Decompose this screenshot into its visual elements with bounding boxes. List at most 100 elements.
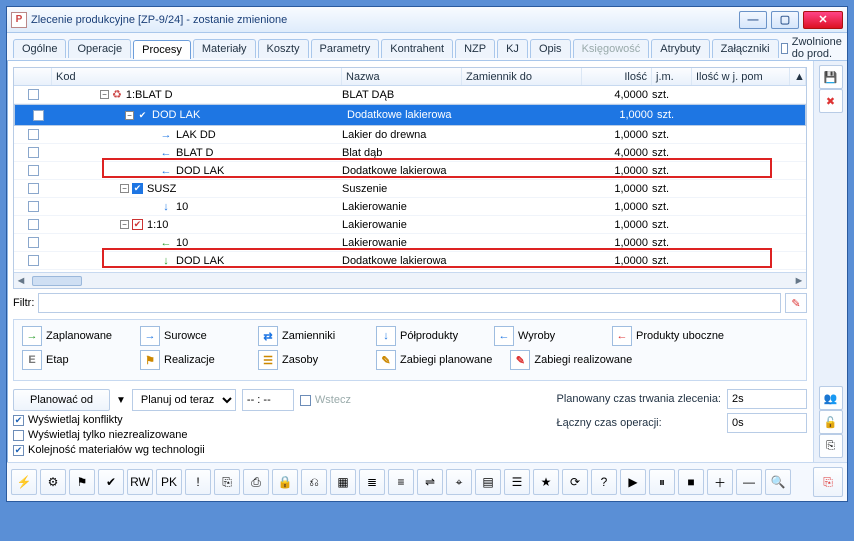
grid-row[interactable]: −✔SUSZSuszenie1,0000szt.	[14, 180, 806, 198]
toolbar-button-24[interactable]: ＋	[707, 469, 733, 495]
toolbar-button-8[interactable]: ⎙	[243, 469, 269, 495]
show-unrealized-checkbox[interactable]: Wyświetlaj tylko niezrealizowane	[13, 429, 351, 441]
plan-from-button[interactable]: Planować od	[13, 389, 110, 411]
save-button[interactable]: 💾	[819, 65, 843, 89]
row-name: Lakierowanie	[342, 201, 462, 213]
toolbar-button-4[interactable]: RW	[127, 469, 153, 495]
col-jm[interactable]: j.m.	[652, 68, 692, 85]
row-checkbox[interactable]	[28, 129, 39, 140]
grid-row[interactable]: −♻1:BLAT DBLAT DĄB4,0000szt.	[14, 86, 806, 104]
toolbar-button-2[interactable]: ⚑	[69, 469, 95, 495]
tab-operacje[interactable]: Operacje	[68, 39, 131, 58]
row-checkbox[interactable]	[28, 255, 39, 266]
tree-toggle[interactable]: −	[120, 184, 129, 193]
col-ilosc[interactable]: Ilość	[582, 68, 652, 85]
row-checkbox[interactable]	[28, 183, 39, 194]
toolbar-button-0[interactable]: ⚡	[11, 469, 37, 495]
toolbar-button-10[interactable]: ⎌	[301, 469, 327, 495]
row-checkbox[interactable]	[28, 147, 39, 158]
grid-row[interactable]: −✔DOD LAKDodatkowe lakierowa1,0000szt.	[14, 104, 806, 126]
toolbar-button-15[interactable]: ⌖	[446, 469, 472, 495]
toolbar-button-13[interactable]: ≡	[388, 469, 414, 495]
tab-koszty[interactable]: Koszty	[258, 39, 309, 58]
grid-row[interactable]: ←BLAT DBlat dąb4,0000szt.	[14, 144, 806, 162]
tab-opis[interactable]: Opis	[530, 39, 571, 58]
toolbar-button-1[interactable]: ⚙	[40, 469, 66, 495]
row-checkbox[interactable]	[28, 201, 39, 212]
plan-mode-select[interactable]: Planuj od teraz	[132, 389, 236, 411]
grid-row[interactable]: ↓DOD LAKDodatkowe lakierowa1,0000szt.	[14, 252, 806, 270]
row-checkbox[interactable]	[28, 89, 39, 100]
toolbar-button-17[interactable]: ☰	[504, 469, 530, 495]
close-button[interactable]: ✕	[803, 11, 843, 29]
plan-time-input[interactable]	[242, 389, 294, 411]
toolbar-button-19[interactable]: ⟳	[562, 469, 588, 495]
op-duration-value[interactable]	[727, 413, 807, 433]
toolbar-button-9[interactable]: 🔒	[272, 469, 298, 495]
tab-procesy[interactable]: Procesy	[133, 40, 191, 59]
side-button-0[interactable]: 👥	[819, 386, 843, 410]
tab-nzp[interactable]: NZP	[455, 39, 495, 58]
col-nazwa[interactable]: Nazwa	[342, 68, 462, 85]
toolbar-button-12[interactable]: ≣	[359, 469, 385, 495]
filter-input[interactable]	[38, 293, 781, 313]
plan-duration-label: Planowany czas trwania zlecenia:	[557, 393, 721, 405]
toolbar-button-20[interactable]: ?	[591, 469, 617, 495]
release-checkbox[interactable]: Zwolnione do prod.	[781, 36, 846, 60]
material-order-checkbox[interactable]: ✔Kolejność materiałów wg technologii	[13, 444, 351, 456]
toolbar-button-18[interactable]: ★	[533, 469, 559, 495]
tab-atrybuty[interactable]: Atrybuty	[651, 39, 709, 58]
tree-toggle[interactable]: −	[125, 111, 134, 120]
toolbar-button-5[interactable]: PK	[156, 469, 182, 495]
back-checkbox[interactable]: Wstecz	[300, 394, 351, 406]
side-button-2[interactable]: ⎘	[819, 434, 843, 458]
toolbar-button-7[interactable]: ⎘	[214, 469, 240, 495]
grid-row[interactable]: ←10Lakierowanie1,0000szt.	[14, 234, 806, 252]
toolbar-button-26[interactable]: 🔍	[765, 469, 791, 495]
tab-materiały[interactable]: Materiały	[193, 39, 256, 58]
filter-clear-button[interactable]: ✎	[785, 293, 807, 313]
row-checkbox[interactable]	[28, 219, 39, 230]
tab-załączniki[interactable]: Załączniki	[712, 39, 779, 58]
row-code: 1:10	[147, 219, 168, 231]
maximize-button[interactable]: ▢	[771, 11, 799, 29]
tab-kj[interactable]: KJ	[497, 39, 528, 58]
row-unit: szt.	[652, 183, 692, 195]
grid-row[interactable]: −✔1:10Lakierowanie1,0000szt.	[14, 216, 806, 234]
col-kod[interactable]: Kod	[52, 68, 342, 85]
h-scrollbar[interactable]: ◄ ►	[14, 272, 806, 288]
toolbar-button-11[interactable]: ▦	[330, 469, 356, 495]
delete-button[interactable]: ✖	[819, 89, 843, 113]
legend-item: →Surowce	[140, 326, 240, 346]
grid-row[interactable]: ↓10Lakierowanie1,0000szt.	[14, 198, 806, 216]
plan-duration-value[interactable]	[727, 389, 807, 409]
tab-kontrahent[interactable]: Kontrahent	[381, 39, 453, 58]
toolbar-button-14[interactable]: ⇌	[417, 469, 443, 495]
tab-ogólne[interactable]: Ogólne	[13, 39, 66, 58]
side-button-1[interactable]: 🔓	[819, 410, 843, 434]
toolbar-confirm-button[interactable]: ⎘	[813, 467, 843, 497]
toolbar-button-21[interactable]: ▶	[620, 469, 646, 495]
toolbar-button-25[interactable]: —	[736, 469, 762, 495]
tree-toggle[interactable]: −	[100, 90, 109, 99]
row-checkbox[interactable]	[28, 165, 39, 176]
grid-row[interactable]: ←DOD LAKDodatkowe lakierowa1,0000szt.	[14, 162, 806, 180]
row-checkbox[interactable]	[28, 237, 39, 248]
toolbar-button-3[interactable]: ✔	[98, 469, 124, 495]
toolbar-button-23[interactable]: ■	[678, 469, 704, 495]
show-conflicts-checkbox[interactable]: ✔Wyświetlaj konflikty	[13, 414, 351, 426]
toolbar-button-22[interactable]: ⏸	[649, 469, 675, 495]
process-grid[interactable]: Kod Nazwa Zamiennik do Ilość j.m. Ilość …	[13, 67, 807, 289]
minimize-button[interactable]: —	[739, 11, 767, 29]
window-title: Zlecenie produkcyjne [ZP-9/24] - zostani…	[31, 14, 735, 26]
toolbar-button-16[interactable]: ▤	[475, 469, 501, 495]
grid-row[interactable]: →LAK DDLakier do drewna1,0000szt.	[14, 126, 806, 144]
toolbar-button-6[interactable]: !	[185, 469, 211, 495]
tree-toggle[interactable]: −	[120, 220, 129, 229]
row-unit: szt.	[652, 219, 692, 231]
row-checkbox[interactable]	[33, 110, 44, 121]
tab-parametry[interactable]: Parametry	[311, 39, 380, 58]
col-zamiennik[interactable]: Zamiennik do	[462, 68, 582, 85]
tab-księgowość[interactable]: Księgowość	[573, 39, 650, 58]
col-iloscwj[interactable]: Ilość w j. pom	[692, 68, 790, 85]
